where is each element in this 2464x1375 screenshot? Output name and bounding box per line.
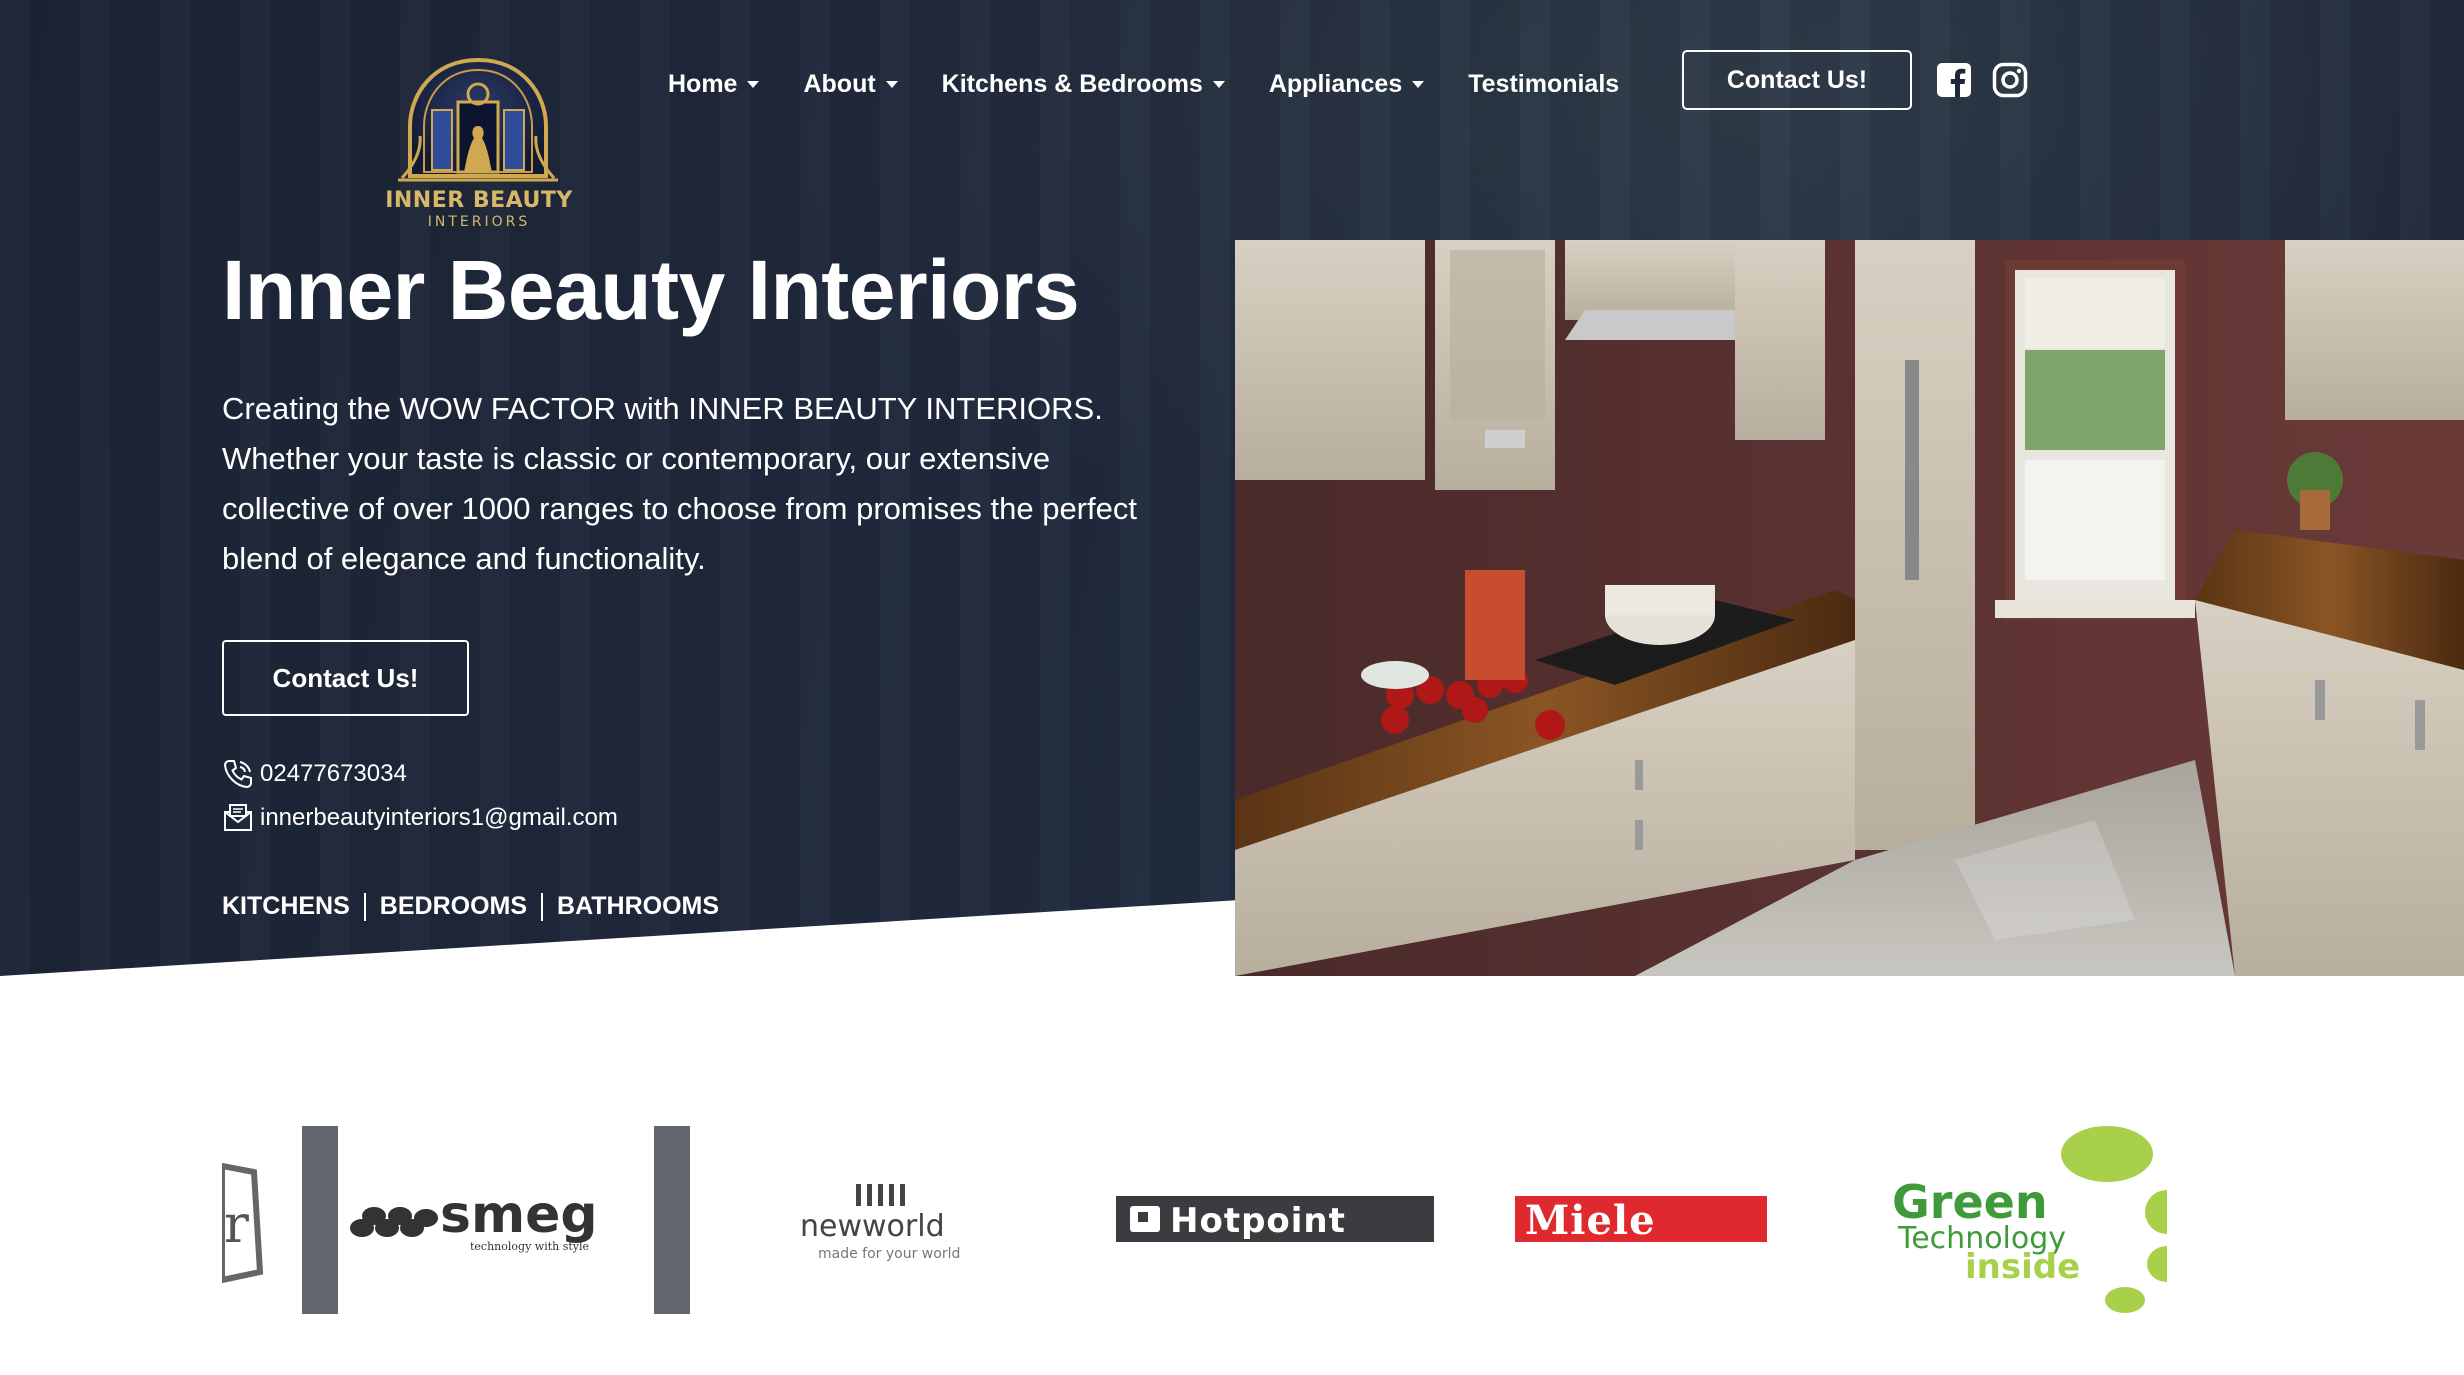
brand-logo-newworld[interactable]: newworld made for your world [800, 1184, 960, 1262]
nav-item-about[interactable]: About [803, 70, 898, 99]
hero-section: INNER BEAUTY INTERIORS Home About Kitche… [0, 0, 2464, 976]
logo-line1: INNER BEAUTY [385, 188, 573, 213]
facebook-icon[interactable] [1936, 62, 1972, 98]
nav-item-appliances[interactable]: Appliances [1269, 70, 1425, 99]
service-bathrooms[interactable]: BATHROOMS [557, 892, 719, 921]
logo-wordmark: INNER BEAUTY INTERIORS [384, 188, 574, 230]
phone-line[interactable]: 02477673034 [222, 758, 407, 790]
brand-logo-hotpoint[interactable]: Hotpoint [1116, 1196, 1434, 1242]
services-list: KITCHENS BEDROOMS BATHROOMS [222, 892, 719, 921]
nav-item-kitchens-bedrooms[interactable]: Kitchens & Bedrooms [942, 70, 1225, 99]
brand-miele-wordmark: Miele [1525, 1197, 1656, 1244]
brand-hotpoint-wordmark: Hotpoint [1170, 1201, 1346, 1241]
brand-logo-green-technology[interactable]: Green Technology inside [1892, 1126, 2167, 1313]
service-bedrooms[interactable]: BEDROOMS [380, 892, 527, 921]
brands-carousel: r smeg technology with style newworld ma… [222, 1126, 2167, 1314]
logo-line2: INTERIORS [427, 214, 531, 230]
hero-title: Inner Beauty Interiors [222, 243, 1080, 337]
nav-item-testimonials[interactable]: Testimonials [1468, 70, 1619, 99]
hero-description: Creating the WOW FACTOR with INNER BEAUT… [222, 391, 1137, 576]
phone-number: 02477673034 [260, 760, 407, 787]
brand-logo-smeg[interactable]: smeg technology with style [302, 1126, 690, 1314]
nav-contact-button[interactable]: Contact Us! [1682, 50, 1912, 110]
brand-smeg-tagline: technology with style [470, 1240, 589, 1253]
brand-newworld-wordmark: newworld [800, 1209, 945, 1244]
email-address: innerbeautyinteriors1@gmail.com [260, 804, 618, 831]
brand-logo-miele[interactable]: Miele [1515, 1196, 1767, 1244]
nav-item-home[interactable]: Home [668, 70, 760, 99]
main-nav: Home About Kitchens & Bedrooms Appliance… [668, 64, 1663, 104]
brand-logo-partial[interactable]: r [222, 1162, 264, 1284]
brand-smeg-wordmark: smeg [440, 1185, 598, 1245]
phone-icon [223, 760, 252, 789]
chevron-down-icon [1412, 80, 1425, 88]
hero-contact-button[interactable]: Contact Us! [222, 640, 469, 716]
divider [541, 892, 544, 921]
chevron-down-icon [1212, 80, 1225, 88]
email-icon [224, 804, 252, 831]
chevron-down-icon [747, 80, 760, 88]
brand-partial-text: r [224, 1195, 249, 1255]
divider [363, 892, 366, 921]
kitchen-photo [1235, 240, 2464, 976]
brand-inside-word: inside [1965, 1247, 2080, 1287]
brand-newworld-tagline: made for your world [818, 1246, 960, 1262]
email-line[interactable]: innerbeautyinteriors1@gmail.com [222, 802, 618, 834]
service-kitchens[interactable]: KITCHENS [222, 892, 350, 921]
instagram-icon[interactable] [1992, 62, 2028, 98]
chevron-down-icon [885, 80, 898, 88]
